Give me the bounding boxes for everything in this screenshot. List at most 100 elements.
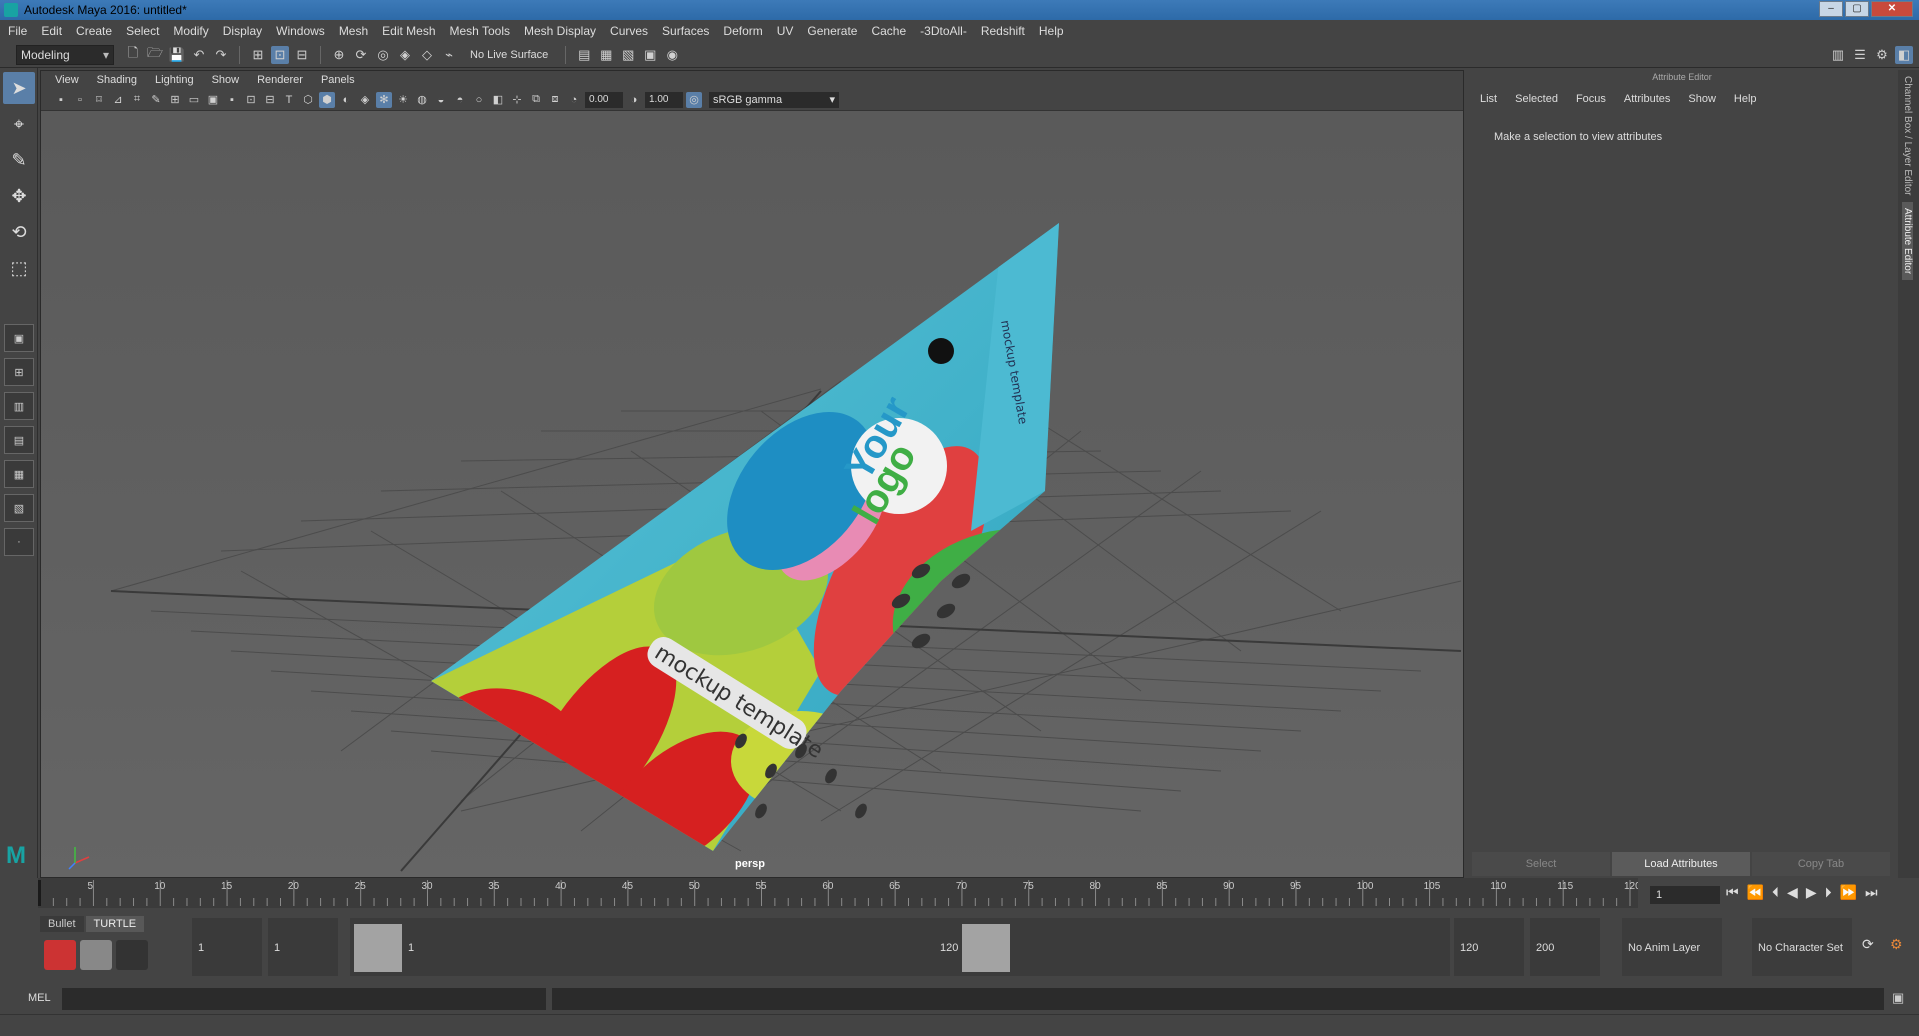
ipr-render-icon[interactable]: ▧ [619,46,637,64]
smooth-shade-icon[interactable]: ⬢ [319,91,335,108]
safe-action-icon[interactable]: ⊟ [262,92,278,108]
tab-attribute-editor[interactable]: Attribute Editor [1902,201,1913,280]
2d-pan-zoom-icon[interactable]: ⌗ [129,92,145,108]
ae-menu-attributes[interactable]: Attributes [1624,93,1670,105]
hypershade-icon[interactable]: ◉ [663,46,681,64]
four-pane-layout-icon[interactable]: ⊞ [4,358,34,386]
collapse-layouts-icon[interactable]: · [4,528,34,556]
ambient-occlusion-icon[interactable]: ◍ [414,92,430,108]
menu-mesh-tools[interactable]: Mesh Tools [450,24,510,38]
menu-uv[interactable]: UV [777,24,794,38]
step-back-key-icon[interactable]: ⏪ [1747,884,1764,901]
vp-menu-show[interactable]: Show [212,74,240,86]
attribute-editor-toggle-icon[interactable]: ◧ [1895,46,1913,64]
motion-blur-icon[interactable]: ◒ [433,92,449,108]
vp-menu-renderer[interactable]: Renderer [257,74,303,86]
new-scene-icon[interactable]: 🗋 [124,45,142,64]
menu-edit-mesh[interactable]: Edit Mesh [382,24,435,38]
vp-menu-shading[interactable]: Shading [97,74,137,86]
menu-3dtoall[interactable]: -3DtoAll- [920,24,967,38]
live-surface-icon[interactable]: ⌁ [440,46,458,64]
menu-curves[interactable]: Curves [610,24,648,38]
maximize-button[interactable]: ▢ [1845,1,1869,17]
isolate-select-icon[interactable]: ◧ [490,92,506,108]
menu-set-dropdown[interactable]: Modeling [16,44,114,65]
go-to-start-icon[interactable]: ⏮ [1726,884,1739,901]
viewport-persp[interactable]: View Shading Lighting Show Renderer Pane… [40,70,1464,878]
minimize-button[interactable]: – [1819,1,1843,17]
play-forward-icon[interactable]: ▶ [1806,884,1817,901]
shadows-icon[interactable]: ☀ [395,92,411,108]
menu-select[interactable]: Select [126,24,159,38]
camera-attrs-icon[interactable]: ▫ [72,92,88,108]
paint-select-icon[interactable]: ✎ [3,144,35,176]
menu-help[interactable]: Help [1039,24,1064,38]
vp-menu-lighting[interactable]: Lighting [155,74,194,86]
move-tool-icon[interactable]: ✥ [3,180,35,212]
range-end-handle[interactable] [962,924,1010,972]
ae-menu-selected[interactable]: Selected [1515,93,1558,105]
save-scene-icon[interactable]: 💾 [168,46,186,64]
snap-view-icon[interactable]: ◈ [396,46,414,64]
turtle-bake-icon[interactable] [80,940,112,970]
wireframe-on-shaded-icon[interactable]: ◐ [338,92,354,108]
menu-modify[interactable]: Modify [173,24,208,38]
menu-display[interactable]: Display [223,24,262,38]
render-frame-icon[interactable]: ▦ [597,46,615,64]
outliner-icon[interactable]: ☰ [1851,46,1869,64]
select-tool-icon[interactable]: ➤ [3,72,35,104]
select-object-icon[interactable]: ⊡ [271,45,289,64]
xray-components-icon[interactable]: ⧈ [547,92,563,108]
multisample-icon[interactable]: ◓ [452,92,468,108]
menu-edit[interactable]: Edit [41,24,62,38]
bookmark-icon[interactable]: ⌑ [91,92,107,108]
single-pane-layout-icon[interactable]: ▣ [4,324,34,352]
select-component-icon[interactable]: ⊟ [293,46,311,64]
playback-start-field[interactable]: 1 [268,918,338,976]
ae-menu-show[interactable]: Show [1688,93,1716,105]
shelf-tab-turtle[interactable]: TURTLE [85,916,145,932]
step-forward-frame-icon[interactable]: ⏵ [1825,884,1832,901]
play-back-icon[interactable]: ◀ [1787,884,1798,901]
character-set-dropdown[interactable]: No Character Set [1752,918,1852,976]
script-editor-icon[interactable]: ▣ [1892,990,1904,1006]
safe-title-icon[interactable]: T [281,92,297,108]
ae-select-button[interactable]: Select [1472,852,1610,876]
menu-mesh[interactable]: Mesh [339,24,368,38]
menu-mesh-display[interactable]: Mesh Display [524,24,596,38]
time-ticks[interactable]: 5 10 15 20 25 30 35 40 45 50 55 60 65 70 75 80 85 90 95 100… [38,878,1638,908]
xray-icon[interactable]: ⊹ [509,92,525,108]
outliner-layout-icon[interactable]: ▥ [4,392,34,420]
snap-surface-icon[interactable]: ◇ [418,46,436,64]
menu-cache[interactable]: Cache [871,24,906,38]
vp-menu-panels[interactable]: Panels [321,74,355,86]
shelf-tab-bullet[interactable]: Bullet [40,916,84,932]
render-settings-icon[interactable]: ▤ [575,46,593,64]
camera-select-icon[interactable]: ▪ [53,92,69,108]
turtle-sphere-icon[interactable] [116,940,148,970]
menu-redshift[interactable]: Redshift [981,24,1025,38]
undo-icon[interactable]: ↶ [190,46,208,64]
node-layout-icon[interactable]: ▦ [4,460,34,488]
gate-mask-icon[interactable]: ▪ [224,92,240,108]
render-view-icon[interactable]: ▣ [641,46,659,64]
resolution-gate-icon[interactable]: ▣ [205,92,221,108]
grease-pencil-icon[interactable]: ✎ [148,92,164,108]
turtle-render-icon[interactable] [44,940,76,970]
view-transform-dropdown[interactable]: sRGB gamma [709,91,839,108]
ae-copy-tab-button[interactable]: Copy Tab [1752,852,1890,876]
graph-layout-icon[interactable]: ▤ [4,426,34,454]
menu-deform[interactable]: Deform [723,24,762,38]
ae-menu-focus[interactable]: Focus [1576,93,1606,105]
menu-surfaces[interactable]: Surfaces [662,24,709,38]
field-chart-icon[interactable]: ⊡ [243,92,259,108]
rotate-tool-icon[interactable]: ⟲ [3,216,35,248]
auto-key-icon[interactable]: ⟳ [1862,936,1874,953]
uv-layout-icon[interactable]: ▧ [4,494,34,522]
ae-menu-help[interactable]: Help [1734,93,1757,105]
xray-joints-icon[interactable]: ⧉ [528,92,544,108]
mel-label[interactable]: MEL [28,992,51,1004]
menu-windows[interactable]: Windows [276,24,325,38]
scale-tool-icon[interactable]: ⬚ [3,252,35,284]
command-input[interactable] [62,988,546,1010]
